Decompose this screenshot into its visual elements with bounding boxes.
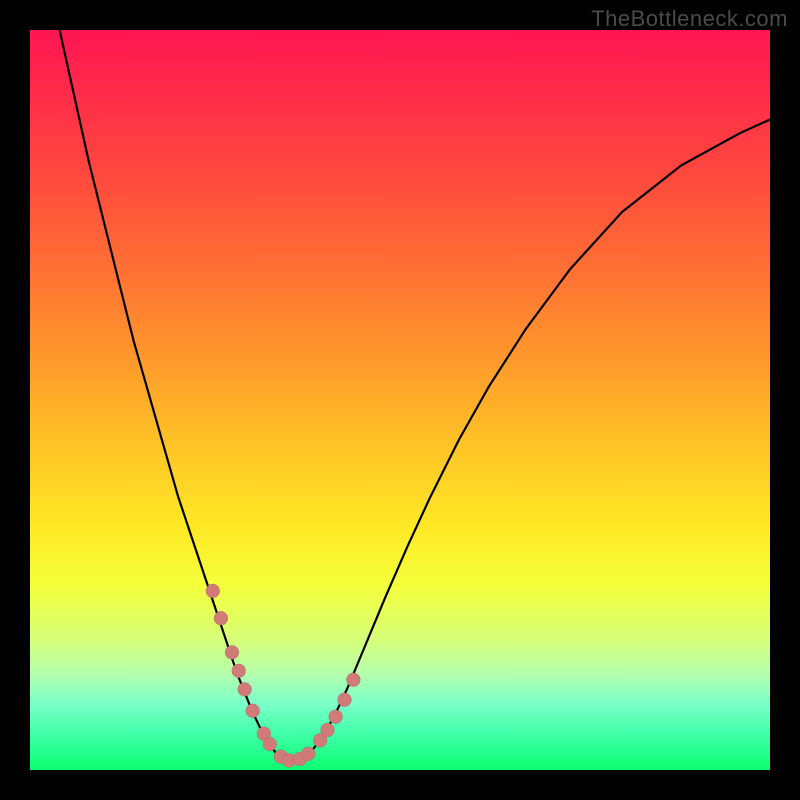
chart-container: TheBottleneck.com [0,0,800,800]
marker-dot [214,611,228,625]
marker-dot [263,737,277,751]
marker-dot [320,723,334,737]
marker-dot [329,710,343,724]
right-branch-curve [304,120,770,759]
marker-dot [225,645,239,659]
marker-dot [232,664,246,678]
watermark-text: TheBottleneck.com [591,6,788,32]
left-branch-curve [60,30,282,759]
plot-area [30,30,770,770]
marker-dot [346,673,360,687]
marker-dot [338,693,352,707]
curve-overlay [30,30,770,770]
marker-dot [301,747,315,761]
marker-dot [206,584,220,598]
marker-dot [238,682,252,696]
markers-group [206,584,361,767]
marker-dot [246,704,260,718]
